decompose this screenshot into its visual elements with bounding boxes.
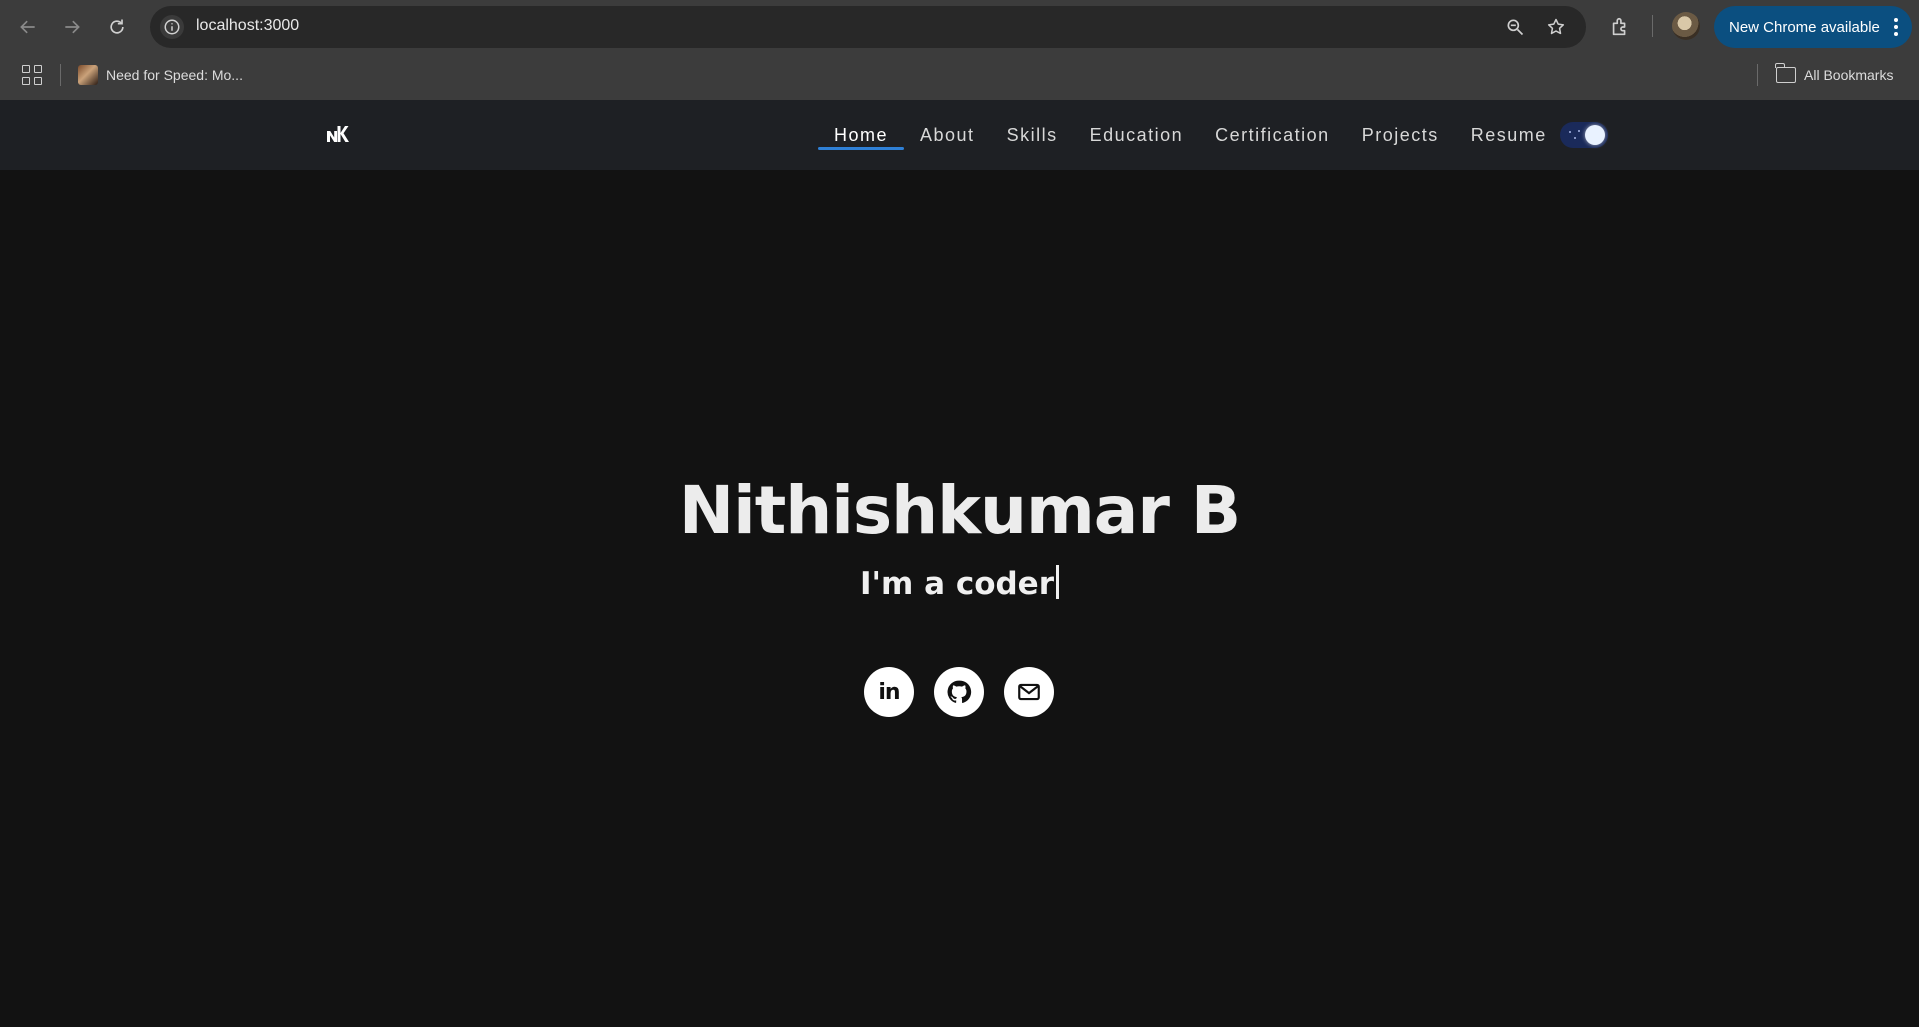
nav-links: Home About Skills Education Certificatio… (818, 100, 1563, 170)
back-button[interactable] (13, 12, 43, 42)
nav-projects[interactable]: Projects (1346, 100, 1455, 170)
email-button[interactable] (1004, 667, 1054, 717)
profile-avatar[interactable] (1672, 12, 1700, 40)
mail-icon (1018, 683, 1040, 701)
nav-certification[interactable]: Certification (1199, 100, 1346, 170)
all-bookmarks-label: All Bookmarks (1804, 67, 1894, 83)
theme-toggle[interactable] (1560, 122, 1608, 148)
social-links: in (864, 667, 1054, 717)
arrow-left-icon (20, 20, 35, 34)
nk-logo-icon[interactable] (325, 122, 349, 146)
bookmark-star-icon[interactable] (1545, 16, 1567, 38)
url-text[interactable]: localhost:3000 (196, 17, 299, 35)
browser-toolbar: localhost:3000 New Chrome available (0, 0, 1919, 54)
folder-icon (1775, 63, 1796, 83)
bookmarks-bar: Need for Speed: Mo... All Bookmarks (0, 54, 1919, 100)
github-button[interactable] (934, 667, 984, 717)
update-label: New Chrome available (1729, 18, 1880, 36)
nav-home[interactable]: Home (818, 100, 905, 170)
address-bar[interactable]: localhost:3000 (150, 6, 1586, 48)
nav-resume[interactable]: Resume (1455, 100, 1563, 170)
extensions-icon[interactable] (1606, 13, 1634, 41)
typing-cursor (1056, 565, 1059, 599)
hero-section: Nithishkumar B I'm a coder in (0, 170, 1919, 1027)
apps-grid-icon[interactable] (21, 64, 43, 86)
arrow-right-icon (65, 20, 80, 34)
linkedin-icon: in (878, 679, 900, 705)
nav-about[interactable]: About (904, 100, 991, 170)
bookmark-item[interactable]: Need for Speed: Mo... (78, 62, 243, 88)
tagline-text: I'm a coder (859, 566, 1054, 602)
nav-education[interactable]: Education (1074, 100, 1200, 170)
menu-dots-icon[interactable] (1894, 18, 1898, 36)
zoom-icon[interactable] (1504, 16, 1526, 38)
github-icon (947, 680, 972, 703)
forward-button[interactable] (57, 12, 87, 42)
all-bookmarks-button[interactable]: All Bookmarks (1775, 62, 1894, 88)
hero-name: Nithishkumar B (678, 472, 1241, 549)
bookmark-label: Need for Speed: Mo... (106, 67, 243, 83)
bookmarks-divider (1757, 64, 1758, 86)
site-info-icon[interactable] (160, 15, 184, 39)
chrome-update-button[interactable]: New Chrome available (1714, 6, 1912, 48)
bookmarks-divider (60, 64, 61, 86)
reload-icon (110, 19, 124, 34)
reload-button[interactable] (102, 12, 132, 42)
bookmark-favicon-icon (78, 65, 98, 85)
hero-tagline: I'm a coder (0, 565, 1919, 602)
linkedin-button[interactable]: in (864, 667, 914, 717)
toolbar-divider (1652, 15, 1653, 37)
toggle-knob (1585, 125, 1605, 145)
site-navbar: Home About Skills Education Certificatio… (0, 100, 1919, 170)
nav-skills[interactable]: Skills (991, 100, 1074, 170)
